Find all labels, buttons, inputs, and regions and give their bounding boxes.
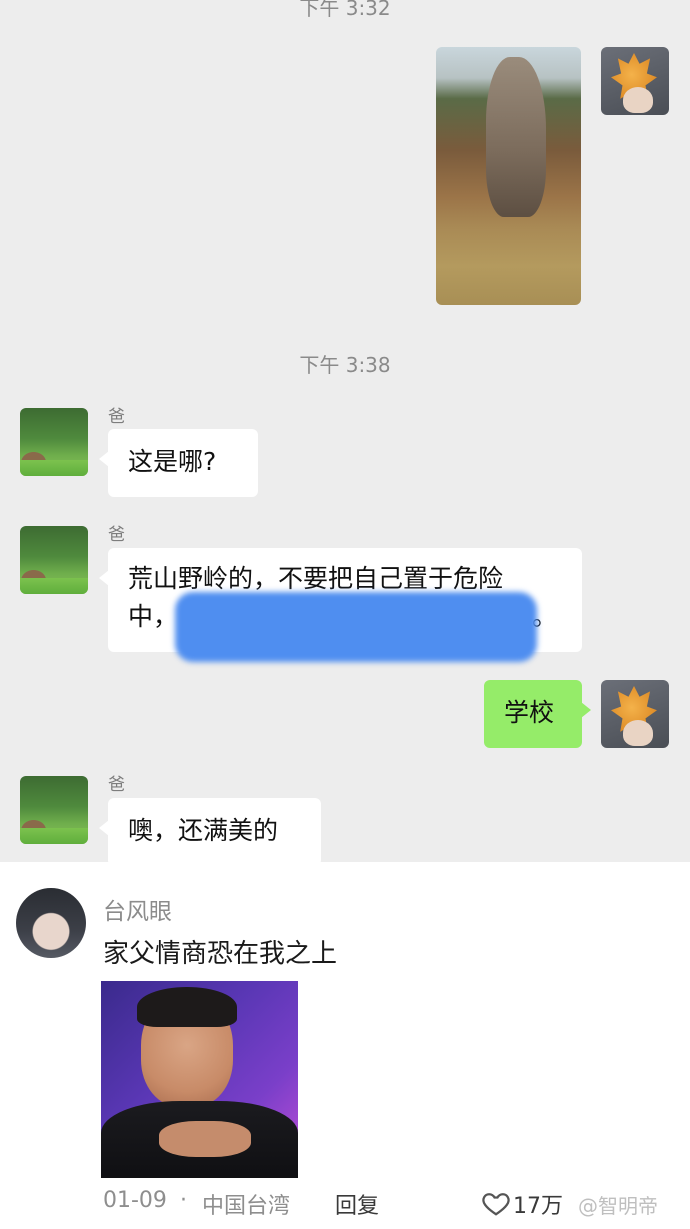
watermark: @智明帝 bbox=[578, 1194, 658, 1218]
message-bubble-sent[interactable]: 学校 bbox=[484, 680, 591, 748]
message-bubble[interactable]: 这是哪? bbox=[99, 429, 258, 497]
commenter-avatar[interactable] bbox=[16, 888, 86, 958]
comment-location: 中国台湾 bbox=[202, 1194, 291, 1219]
timestamp: 下午 3:32 bbox=[299, 0, 391, 20]
sender-name: 爸 bbox=[108, 775, 125, 795]
heart-icon[interactable] bbox=[481, 1188, 511, 1218]
sender-name: 爸 bbox=[108, 407, 125, 427]
redaction-scribble bbox=[175, 592, 537, 662]
chat-window: 下午 3:32 下午 3:38 爸 这是哪? 爸 荒山野岭的，不要把自己置于危险… bbox=[0, 0, 690, 862]
dad-avatar[interactable] bbox=[20, 526, 88, 594]
comment-date: 01-09 bbox=[103, 1188, 167, 1213]
dot-separator: · bbox=[180, 1188, 187, 1213]
dad-avatar[interactable] bbox=[20, 408, 88, 476]
reply-button[interactable]: 回复 bbox=[335, 1188, 379, 1220]
timestamp: 下午 3:38 bbox=[299, 353, 391, 377]
comment-text: 家父情商恐在我之上 bbox=[103, 939, 338, 969]
rock-image bbox=[486, 57, 546, 217]
sender-name: 爸 bbox=[108, 525, 125, 545]
like-count: 17万 bbox=[513, 1194, 563, 1219]
my-avatar[interactable] bbox=[601, 47, 669, 115]
comment-image[interactable] bbox=[101, 981, 298, 1178]
message-bubble[interactable]: 噢，还满美的 bbox=[99, 798, 321, 862]
commenter-name[interactable]: 台风眼 bbox=[103, 892, 172, 926]
sent-photo[interactable] bbox=[436, 47, 581, 305]
my-avatar[interactable] bbox=[601, 680, 669, 748]
dad-avatar[interactable] bbox=[20, 776, 88, 844]
